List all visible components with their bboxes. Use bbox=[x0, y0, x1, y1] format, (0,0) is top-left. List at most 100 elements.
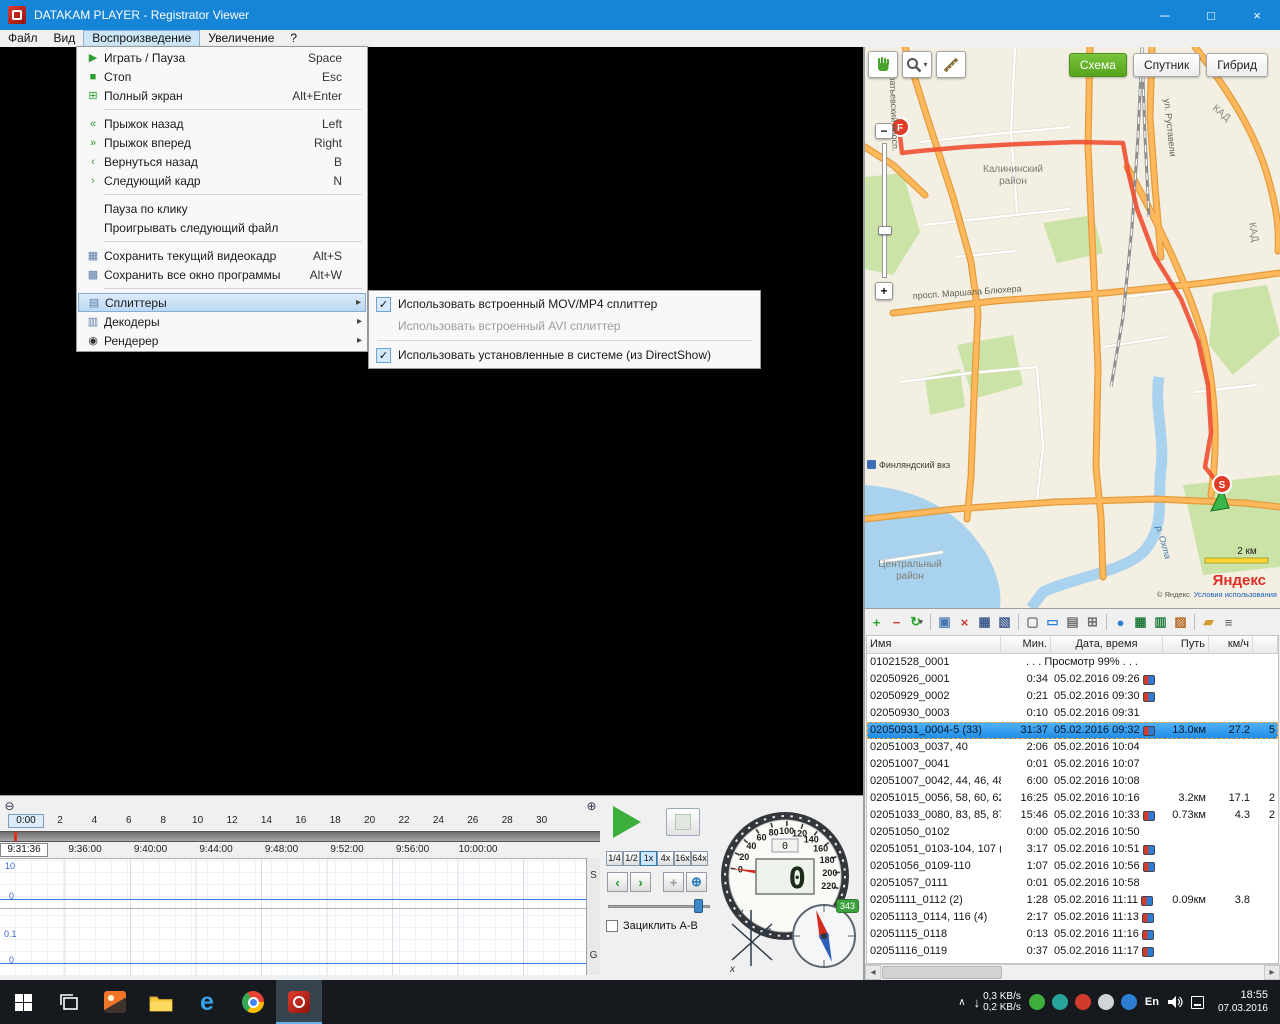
speed-1x-button[interactable]: 1x bbox=[640, 851, 657, 866]
speed-1-4-button[interactable]: 1/4 bbox=[606, 851, 623, 866]
taskbar-app-player[interactable] bbox=[276, 980, 322, 1024]
menu-item-jump-forward[interactable]: »Прыжок впередRight bbox=[78, 133, 366, 152]
column-header-speed[interactable]: км/ч bbox=[1209, 636, 1253, 653]
action-center-icon[interactable] bbox=[1191, 996, 1204, 1009]
speed-16x-button[interactable]: 16x bbox=[674, 851, 691, 866]
taskbar-app-explorer[interactable] bbox=[138, 980, 184, 1024]
file-row[interactable]: 02051113_0114, 116 (4)2:1705.02.2016 11:… bbox=[867, 909, 1278, 926]
menu-item-save-frame[interactable]: ▦Сохранить текущий видеокадрAlt+S bbox=[78, 246, 366, 265]
file-row[interactable]: 02051116_01190:3705.02.2016 11:17 bbox=[867, 943, 1278, 960]
speed-1-2-button[interactable]: 1/2 bbox=[623, 851, 640, 866]
menubar-item-zoom[interactable]: Увеличение bbox=[200, 30, 282, 47]
timeline-zoom-out-icon[interactable]: ⊖ bbox=[2, 799, 17, 814]
refresh-button[interactable]: ↻▾ bbox=[907, 613, 926, 632]
menu-item-decoders[interactable]: ▥Декодеры▸ bbox=[78, 312, 366, 331]
map-canvas[interactable]: S F Калининский район Центральный район … bbox=[865, 47, 1280, 608]
web-export-button[interactable]: ● bbox=[1111, 613, 1130, 632]
speaker-icon[interactable] bbox=[1167, 995, 1183, 1009]
file-row[interactable]: 02051057_01110:0105.02.2016 10:58 bbox=[867, 875, 1278, 892]
loop-ab-checkbox[interactable] bbox=[606, 920, 618, 932]
file-row[interactable]: 02051115_01180:1305.02.2016 11:16 bbox=[867, 926, 1278, 943]
column-header-path[interactable]: Путь bbox=[1163, 636, 1209, 653]
submenu-item-mov-mp4[interactable]: ✓Использовать встроенный MOV/MP4 сплитте… bbox=[371, 293, 758, 315]
close-button[interactable]: × bbox=[1234, 0, 1280, 30]
excel-remove-button[interactable]: ▥ bbox=[1151, 613, 1170, 632]
map-mode-hybrid-button[interactable]: Гибрид bbox=[1206, 53, 1268, 77]
taskbar-app-edge[interactable]: e bbox=[184, 980, 230, 1024]
menu-item-play-pause[interactable]: ▶Играть / ПаузаSpace bbox=[78, 48, 366, 67]
pan-tool-button[interactable] bbox=[868, 51, 898, 78]
map-zoom-slider[interactable] bbox=[882, 143, 887, 278]
menu-item-stop[interactable]: ■СтопEsc bbox=[78, 67, 366, 86]
slider-thumb[interactable] bbox=[694, 899, 703, 913]
add-button[interactable]: + bbox=[867, 613, 886, 632]
tray-icon-gray[interactable] bbox=[1098, 994, 1114, 1010]
file-row[interactable]: 02051033_0080, 83, 85, 87, 93, 96 (22)15… bbox=[867, 807, 1278, 824]
preview-button[interactable]: ▢ bbox=[1023, 613, 1042, 632]
file-row[interactable]: 02051003_0037, 402:0605.02.2016 10:04 bbox=[867, 739, 1278, 756]
file-row[interactable]: 02051056_0109-1101:0705.02.2016 10:56 bbox=[867, 858, 1278, 875]
tools-button[interactable]: ≡ bbox=[1219, 613, 1238, 632]
frame-export-button[interactable]: ▭ bbox=[1043, 613, 1062, 632]
column-header-duration[interactable]: Мин. bbox=[1001, 636, 1051, 653]
scroll-right-arrow-icon[interactable]: ▸ bbox=[1264, 965, 1280, 980]
timeline-track[interactable] bbox=[0, 831, 600, 842]
save-button[interactable]: ▦ bbox=[975, 613, 994, 632]
scrollbar-thumb[interactable] bbox=[882, 966, 1002, 979]
open-folder-button[interactable]: ▰ bbox=[1199, 613, 1218, 632]
map-export-button[interactable]: ▨ bbox=[1171, 613, 1190, 632]
column-header-datetime[interactable]: Дата, время bbox=[1051, 636, 1163, 653]
menubar-item-help[interactable]: ? bbox=[282, 30, 305, 47]
menu-item-pause-on-click[interactable]: Пауза по клику bbox=[78, 199, 366, 218]
scroll-left-arrow-icon[interactable]: ◂ bbox=[865, 965, 881, 980]
menu-item-return-back[interactable]: ‹Вернуться назадB bbox=[78, 152, 366, 171]
horizontal-scrollbar[interactable]: ◂ ▸ bbox=[865, 964, 1280, 980]
map-mode-scheme-button[interactable]: Схема bbox=[1069, 53, 1127, 77]
file-row[interactable]: 02051007_0042, 44, 46, 48-49, 51-52 (1..… bbox=[867, 773, 1278, 790]
tray-icon-green[interactable] bbox=[1029, 994, 1045, 1010]
save-as-button[interactable]: ▧ bbox=[995, 613, 1014, 632]
file-row[interactable]: 02051051_0103-104, 107 (6)3:1705.02.2016… bbox=[867, 841, 1278, 858]
column-header-name[interactable]: Имя bbox=[867, 636, 1001, 653]
tray-icon-blue[interactable] bbox=[1121, 994, 1137, 1010]
menu-item-next-frame[interactable]: ›Следующий кадрN bbox=[78, 171, 366, 190]
zoom-plus-button[interactable]: + bbox=[663, 872, 684, 892]
submenu-item-directshow[interactable]: ✓Использовать установленные в системе (и… bbox=[371, 344, 758, 366]
map-zoom-in-button[interactable]: + bbox=[875, 282, 893, 300]
file-row[interactable]: 02051015_0056, 58, 60, 62, 64, 71, 75 (.… bbox=[867, 790, 1278, 807]
filmstrip-button[interactable]: ▤ bbox=[1063, 613, 1082, 632]
start-button[interactable] bbox=[0, 980, 46, 1024]
map-zoom-out-button[interactable]: − bbox=[875, 123, 893, 139]
submenu-item-avi[interactable]: Использовать встроенный AVI сплиттер bbox=[371, 315, 758, 337]
menu-item-splitters[interactable]: ▤Сплиттеры▸ bbox=[78, 293, 366, 312]
tray-expand-icon[interactable]: ∧ bbox=[958, 997, 965, 1008]
task-view-button[interactable] bbox=[46, 980, 92, 1024]
file-row[interactable]: 02050931_0004-5 (33)31:3705.02.2016 09:3… bbox=[867, 722, 1278, 739]
map-mode-satellite-button[interactable]: Спутник bbox=[1133, 53, 1200, 77]
magnifier-tool-button[interactable]: ▾ bbox=[902, 51, 932, 78]
network-speed-indicator[interactable]: ↓ 0,3 KB/s 0,2 KB/s bbox=[974, 991, 1021, 1013]
language-indicator[interactable]: En bbox=[1145, 996, 1159, 1008]
speed-4x-button[interactable]: 4x bbox=[657, 851, 674, 866]
taskbar-clock[interactable]: 18:55 07.03.2016 bbox=[1212, 989, 1274, 1015]
file-row[interactable]: 02051111_0112 (2)1:2805.02.2016 11:110.0… bbox=[867, 892, 1278, 909]
tray-icon-red[interactable] bbox=[1075, 994, 1091, 1010]
map-zoom-handle[interactable] bbox=[878, 226, 892, 235]
copy-button[interactable]: ▣ bbox=[935, 613, 954, 632]
menu-item-jump-back[interactable]: «Прыжок назадLeft bbox=[78, 114, 366, 133]
menu-item-renderer[interactable]: ◉Рендерер▸ bbox=[78, 331, 366, 350]
playhead-marker[interactable] bbox=[14, 832, 17, 841]
file-row[interactable]: 02050926_00010:3405.02.2016 09:26 bbox=[867, 671, 1278, 688]
menu-item-play-next-file[interactable]: Проигрывать следующий файл bbox=[78, 218, 366, 237]
delete-button[interactable]: × bbox=[955, 613, 974, 632]
file-row[interactable]: 02050930_00030:1005.02.2016 09:31 bbox=[867, 705, 1278, 722]
step-forward-button[interactable]: › bbox=[630, 872, 651, 892]
menubar-item-view[interactable]: Вид bbox=[46, 30, 84, 47]
file-row[interactable]: 01021528_0001. . . Просмотр 99% . . . bbox=[867, 654, 1278, 671]
speed-64x-button[interactable]: 64x bbox=[691, 851, 708, 866]
file-row[interactable]: 02051050_01020:0005.02.2016 10:50 bbox=[867, 824, 1278, 841]
taskbar-app-chrome[interactable] bbox=[230, 980, 276, 1024]
excel-export-button[interactable]: ▦ bbox=[1131, 613, 1150, 632]
terms-link[interactable]: Условия использования bbox=[1194, 590, 1277, 599]
taskbar-app-photos[interactable] bbox=[92, 980, 138, 1024]
